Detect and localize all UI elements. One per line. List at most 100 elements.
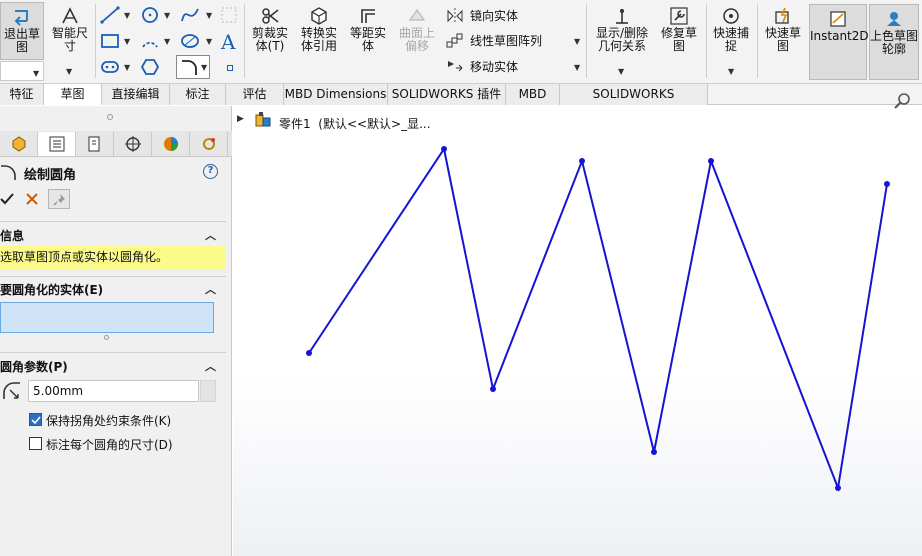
sketch-vertex[interactable] [306, 350, 312, 356]
chevron-down-icon[interactable]: ▼ [124, 11, 130, 20]
keep-constraint-label[interactable]: 保持拐角处约束条件(K) [46, 412, 171, 429]
params-section-header[interactable]: 圆角参数(P) ︿ [0, 358, 226, 374]
move-icon [448, 60, 463, 71]
mirror-icon [447, 7, 463, 24]
chevron-down-icon[interactable]: ▼ [164, 11, 170, 20]
linear-pattern-button[interactable]: 线性草图阵列 [446, 32, 542, 49]
sketch-vertex[interactable] [490, 386, 496, 392]
tab-mbd-dimensions[interactable]: MBD Dimensions [284, 84, 388, 105]
sketch-vertex[interactable] [579, 158, 585, 164]
spline-icon[interactable] [180, 6, 200, 24]
tab-feature-manager[interactable] [0, 132, 38, 156]
cancel-x-icon[interactable] [26, 193, 38, 205]
arc-icon[interactable] [140, 32, 160, 50]
move-label: 移动实体 [470, 60, 519, 74]
tab-dimxpert-manager[interactable] [114, 132, 152, 156]
offset-on-surface-button[interactable]: 曲面上偏移 [394, 6, 440, 66]
sketch-canvas[interactable] [233, 106, 922, 556]
rapid-sketch-button[interactable]: 快速草图 [760, 6, 806, 66]
instant2d-icon [830, 11, 846, 27]
checkmark-icon [31, 416, 41, 425]
chevron-up-icon: ︿ [205, 283, 216, 296]
display-delete-relations-button[interactable]: 显示/删除几何关系 [590, 6, 654, 66]
tab-solidworks-addins[interactable]: SOLIDWORKS 插件 [388, 84, 506, 105]
appearance-icon [202, 138, 215, 150]
smart-dimension-button[interactable]: 智能尺寸 [48, 6, 92, 66]
radius-input[interactable]: 5.00mm [28, 380, 199, 402]
info-section-header[interactable]: 信息 ︿ [0, 227, 226, 243]
chevron-down-icon[interactable]: ▼ [618, 67, 624, 76]
tab-configuration-manager[interactable] [76, 132, 114, 156]
grid-icon[interactable] [220, 6, 238, 24]
line-icon[interactable] [100, 6, 120, 24]
chevron-up-icon: ︿ [205, 229, 216, 242]
dimension-each-label[interactable]: 标注每个圆角的尺寸(D) [46, 436, 173, 453]
panel-splitter-handle[interactable] [107, 114, 113, 120]
shaded-sketch-contours-button[interactable]: 上色草图轮廓 [869, 4, 919, 80]
configuration-icon [88, 136, 99, 152]
chevron-down-icon[interactable]: ▼ [66, 67, 72, 76]
tab-property-manager[interactable] [38, 132, 76, 156]
point-icon[interactable] [227, 65, 233, 71]
info-header-label: 信息 [0, 229, 25, 243]
convert-entities-button[interactable]: 转换实体引用 [296, 6, 342, 66]
entities-selection-box[interactable] [0, 302, 214, 333]
chevron-down-icon[interactable]: ▼ [728, 67, 734, 76]
offset-label: 等距实体 [349, 26, 386, 53]
tab-mbd[interactable]: MBD [506, 84, 560, 105]
zigzag-sketch-polyline[interactable] [308, 146, 888, 492]
chevron-down-icon[interactable]: ▼ [206, 11, 212, 20]
move-entities-button[interactable]: 移动实体 [446, 58, 518, 75]
sketch-vertex[interactable] [651, 449, 657, 455]
sketch-vertex[interactable] [441, 146, 447, 152]
resize-handle[interactable] [104, 335, 109, 340]
chevron-down-icon[interactable]: ▼ [164, 37, 170, 46]
tab-features[interactable]: 特征 [0, 84, 44, 105]
ellipse-icon[interactable] [180, 32, 200, 50]
trim-entities-button[interactable]: 剪裁实体(T) [248, 6, 292, 66]
chevron-down-icon[interactable]: ▼ [124, 63, 130, 72]
repair-sketch-button[interactable]: 修复草图 [656, 6, 702, 66]
chevron-down-icon[interactable]: ▼ [574, 63, 580, 72]
slot-icon[interactable] [100, 58, 120, 76]
sketch-fillet-button[interactable]: ▼ [176, 55, 210, 79]
help-icon[interactable]: ? [203, 164, 218, 179]
polygon-icon[interactable] [140, 58, 160, 76]
sketch-vertex[interactable] [835, 485, 841, 491]
chevron-down-icon[interactable]: ▼ [574, 37, 580, 46]
chevron-down-icon: ▼ [33, 69, 40, 78]
pushpin-button[interactable] [48, 189, 70, 209]
ok-check-icon[interactable] [0, 192, 14, 206]
chevron-down-icon[interactable]: ▼ [124, 37, 130, 46]
mirror-entities-button[interactable]: 镜向实体 [446, 7, 518, 24]
tab-evaluate[interactable]: 评估 [226, 84, 284, 105]
exit-sketch-button[interactable]: 退出草图 [0, 2, 44, 60]
instant2d-button[interactable]: Instant2D [809, 4, 869, 80]
rectangle-icon[interactable] [100, 32, 120, 50]
radius-icon [3, 382, 20, 399]
ribbon-divider [244, 4, 245, 78]
tab-direct-edit[interactable]: 直接编辑 [102, 84, 170, 105]
sketch-vertex[interactable] [708, 158, 714, 164]
radius-spinner[interactable] [200, 380, 216, 402]
sketch-vertex[interactable] [884, 181, 890, 187]
quick-snaps-button[interactable]: 快速捕捉 [708, 6, 754, 66]
tab-display-manager[interactable] [152, 132, 190, 156]
tab-sketch[interactable]: 草图 [44, 84, 102, 105]
convert-label: 转换实体引用 [300, 26, 337, 53]
text-icon[interactable]: A [221, 30, 235, 54]
tab-appearance[interactable] [190, 132, 228, 156]
trim-label: 剪裁实体(T) [251, 26, 288, 53]
keep-constraint-checkbox[interactable] [29, 413, 42, 426]
exit-sketch-dropdown[interactable]: ▼ [0, 61, 44, 81]
graphics-area[interactable]: ▶ 零件1 (默认<<默认>_显... [233, 93, 922, 556]
tab-solidworks-inspection[interactable]: SOLIDWORKS Inspection [560, 84, 708, 121]
smart-dimension-label: 智能尺寸 [51, 26, 88, 53]
offset-entities-button[interactable]: 等距实体 [345, 6, 391, 66]
tab-annotation[interactable]: 标注 [170, 84, 226, 105]
entities-section-header[interactable]: 要圆角化的实体(E) ︿ [0, 281, 226, 297]
dimension-each-checkbox[interactable] [29, 437, 42, 450]
chevron-down-icon[interactable]: ▼ [206, 37, 212, 46]
circle-icon[interactable] [140, 6, 160, 24]
pushpin-icon [53, 194, 65, 206]
